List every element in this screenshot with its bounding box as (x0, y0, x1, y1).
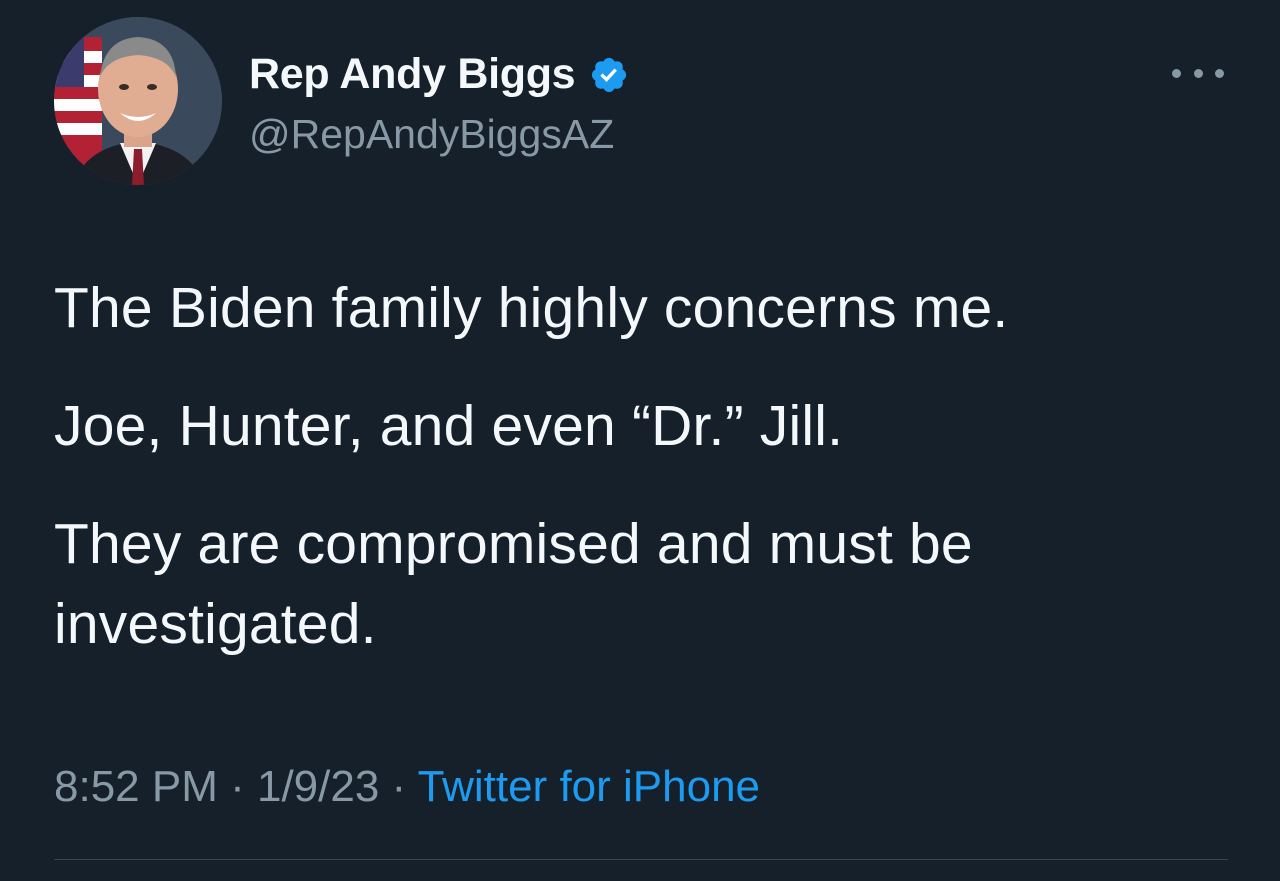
tweet-text: The Biden family highly concerns me. Joe… (54, 268, 1234, 664)
tweet-paragraph: The Biden family highly concerns me. (54, 276, 1009, 340)
meta-separator: · (379, 762, 418, 811)
tweet: Rep Andy Biggs @RepAndyBiggsAZ The Biden… (0, 0, 1280, 881)
author-name-row: Rep Andy Biggs (249, 50, 629, 99)
more-dot (1193, 68, 1203, 78)
avatar[interactable] (54, 17, 222, 185)
more-dot (1215, 68, 1224, 78)
author-display-name[interactable]: Rep Andy Biggs (249, 50, 576, 99)
more-dot (1172, 68, 1181, 78)
verified-badge-icon (589, 55, 629, 95)
tweet-meta: 8:52 PM · 1/9/23 · Twitter for iPhone (54, 762, 760, 812)
more-horizontal-icon[interactable] (1172, 60, 1224, 86)
avatar-image (54, 17, 222, 185)
tweet-paragraph: They are compromised and must be investi… (54, 512, 973, 656)
meta-separator: · (217, 762, 257, 811)
tweet-paragraph: Joe, Hunter, and even “Dr.” Jill. (54, 394, 844, 458)
tweet-source-link[interactable]: Twitter for iPhone (418, 762, 760, 811)
author-handle[interactable]: @RepAndyBiggsAZ (249, 111, 614, 158)
tweet-date[interactable]: 1/9/23 (257, 762, 379, 811)
tweet-time[interactable]: 8:52 PM (54, 762, 218, 811)
divider (54, 859, 1228, 860)
